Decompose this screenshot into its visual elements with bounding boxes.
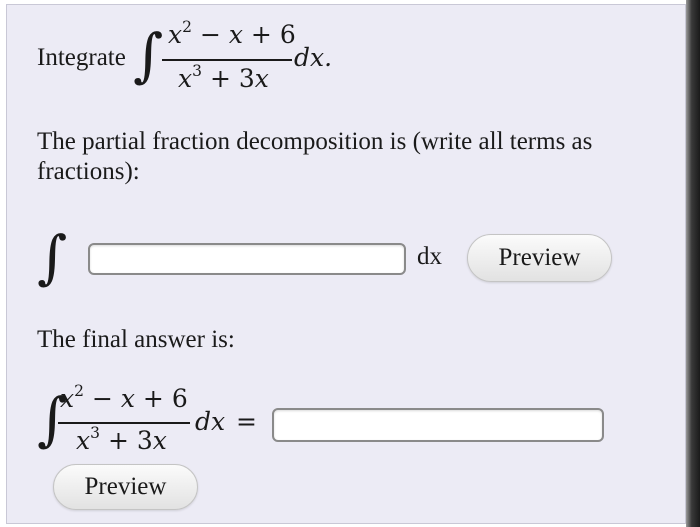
window-edge-shadow (686, 0, 700, 527)
part2-differential: dx (195, 407, 226, 436)
partial-fraction-input[interactable] (88, 243, 406, 275)
question-denominator: x3 + 3x (178, 62, 269, 93)
part2-prompt: The final answer is: (37, 326, 235, 353)
part1-dx-label: dx (417, 243, 442, 270)
part2-denominator: x3 + 3x (76, 424, 167, 455)
equals-sign: = (236, 407, 257, 436)
part1-integral-sign: ∫ (37, 223, 68, 291)
part2-fraction-bar (58, 422, 190, 424)
question-fraction-bar (162, 59, 292, 61)
question-differential: dx. (294, 43, 333, 72)
integrate-label: Integrate (37, 44, 126, 71)
part1-preview-button[interactable]: Preview (467, 234, 612, 282)
part2-preview-button[interactable]: Preview (53, 464, 198, 510)
question-numerator: x2 − x + 6 (168, 18, 296, 49)
final-answer-input[interactable] (272, 408, 604, 442)
integral-sign: ∫ (133, 21, 164, 89)
part2-numerator: x2 − x + 6 (60, 382, 188, 413)
part1-prompt: The partial fraction decomposition is (w… (37, 128, 593, 185)
